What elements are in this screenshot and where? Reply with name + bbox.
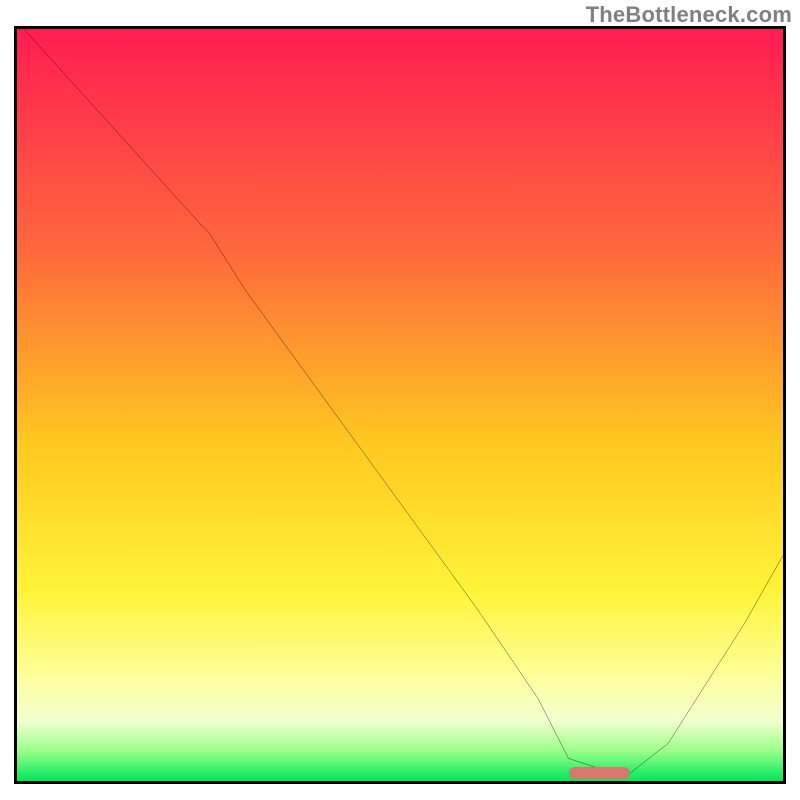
bottleneck-curve	[17, 29, 783, 781]
plot-area	[14, 26, 786, 784]
chart-root: TheBottleneck.com	[0, 0, 800, 800]
bottleneck-optimum-bar	[569, 767, 630, 779]
attribution-label: TheBottleneck.com	[586, 2, 792, 28]
